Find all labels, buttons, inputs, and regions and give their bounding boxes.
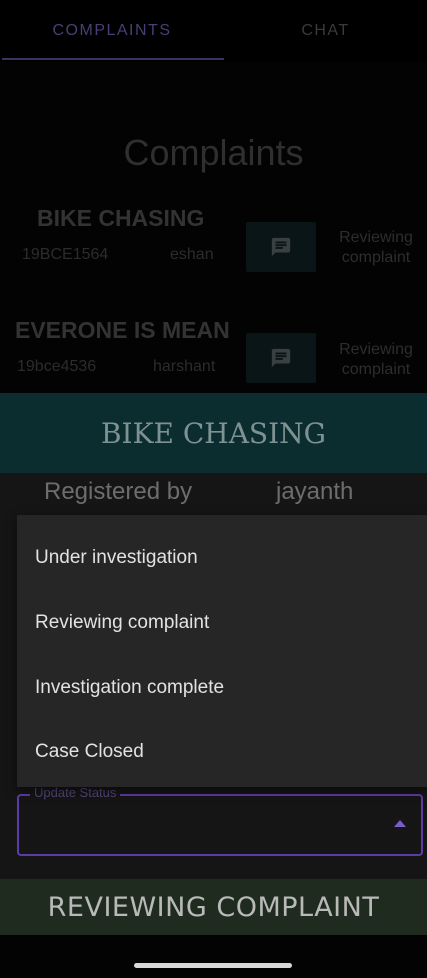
tab-chat[interactable]: CHAT <box>224 0 427 62</box>
update-status-label: Update Status <box>30 786 121 800</box>
home-indicator[interactable] <box>134 963 292 968</box>
complaint-title: BIKE CHASING <box>37 205 205 231</box>
menu-item-reviewing-complaint[interactable]: Reviewing complaint <box>35 612 209 634</box>
page-title: Complaints <box>123 132 304 173</box>
complaint-title: EVERONE IS MEAN <box>15 317 230 343</box>
tab-complaints[interactable]: COMPLAINTS <box>0 0 224 62</box>
menu-item-case-closed[interactable]: Case Closed <box>35 741 144 763</box>
tab-indicator <box>2 58 224 60</box>
menu-item-investigation-complete[interactable]: Investigation complete <box>35 677 224 699</box>
update-status-select[interactable] <box>17 794 423 856</box>
chat-bubble-icon <box>271 237 291 257</box>
complaint-status: Reviewing complaint <box>339 229 413 266</box>
complaint-user: harshant <box>153 358 216 375</box>
complaint-status: Reviewing complaint <box>339 341 413 378</box>
chat-button[interactable] <box>246 222 316 272</box>
dialog-title: BIKE CHASING <box>0 393 427 473</box>
status-action-button[interactable]: REVIEWING COMPLAINT <box>0 879 427 935</box>
complaint-id: 19BCE1564 <box>22 246 109 263</box>
complaint-user: eshan <box>170 246 214 263</box>
complaint-id: 19bce4536 <box>17 358 97 375</box>
arrow-drop-up-icon[interactable] <box>394 820 406 827</box>
registered-by-label: Registered by <box>44 478 193 505</box>
registered-by-name: jayanth <box>276 478 354 505</box>
chat-button[interactable] <box>246 333 316 383</box>
chat-bubble-icon <box>271 348 291 368</box>
menu-item-under-investigation[interactable]: Under investigation <box>35 547 198 569</box>
